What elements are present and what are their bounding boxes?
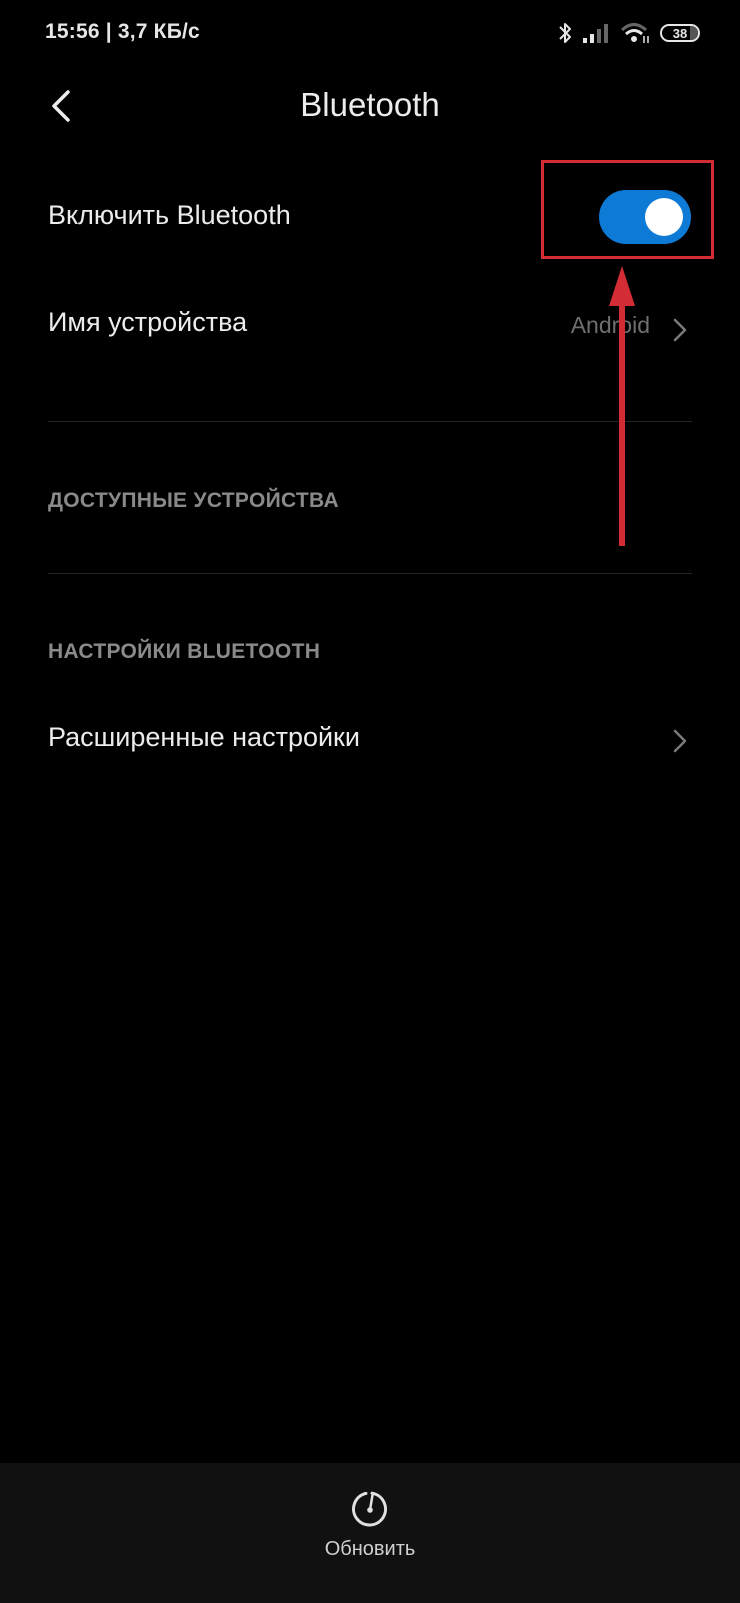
bluetooth-settings-header: НАСТРОЙКИ BLUETOOTH — [48, 640, 321, 663]
annotation-highlight-box — [541, 160, 714, 259]
bluetooth-icon — [559, 23, 571, 43]
signal-icon — [583, 24, 608, 43]
available-devices-header: ДОСТУПНЫЕ УСТРОЙСТВА — [48, 489, 339, 512]
device-name-label: Имя устройства — [48, 307, 248, 337]
wifi-icon — [620, 23, 649, 43]
advanced-settings-label: Расширенные настройки — [48, 722, 360, 752]
page-title: Bluetooth — [300, 86, 440, 123]
advanced-settings-row[interactable]: Расширенные настройки — [0, 700, 740, 780]
battery-level: 38 — [672, 25, 688, 41]
enable-bluetooth-label: Включить Bluetooth — [48, 200, 291, 230]
divider — [48, 573, 692, 574]
battery-icon: 38 — [660, 24, 700, 42]
refresh-label: Обновить — [324, 1538, 416, 1560]
chevron-right-icon — [673, 318, 687, 342]
refresh-button[interactable]: Обновить — [0, 1490, 740, 1580]
divider — [48, 421, 692, 422]
status-time-speed: 15:56 | 3,7 КБ/с — [45, 20, 200, 43]
refresh-timer-icon — [352, 1491, 388, 1527]
status-icons: 38 — [558, 20, 700, 46]
annotation-arrow-icon — [609, 266, 635, 546]
chevron-right-icon — [673, 729, 687, 753]
